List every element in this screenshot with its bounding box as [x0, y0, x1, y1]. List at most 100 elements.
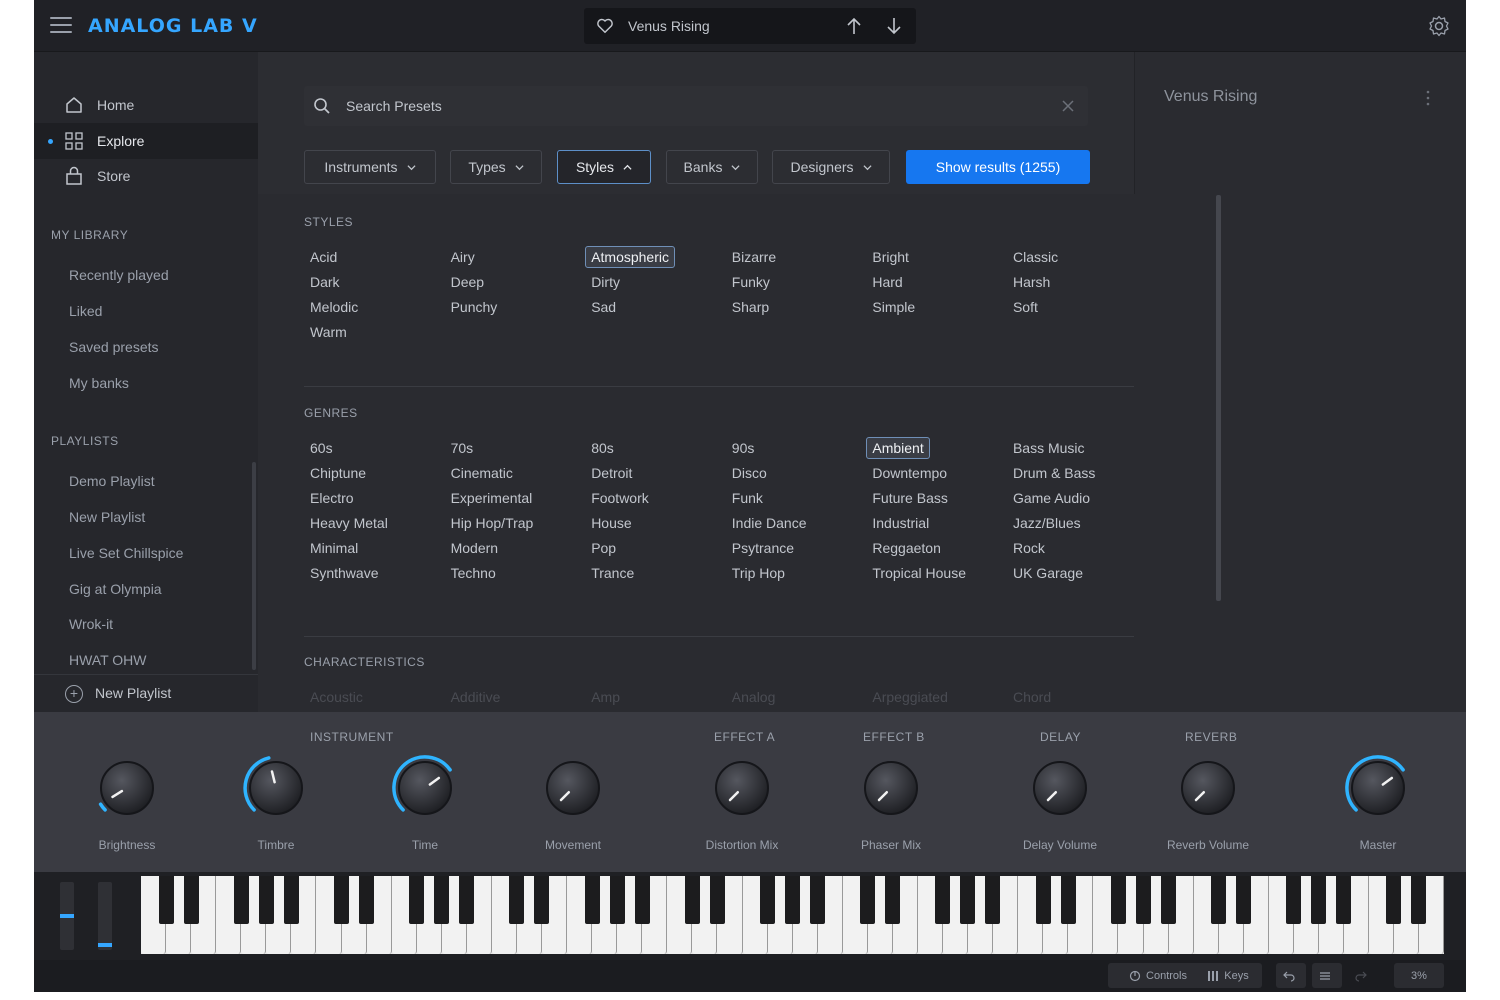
black-key[interactable] [1135, 876, 1151, 924]
previous-preset-arrow-icon[interactable] [842, 14, 866, 38]
genres-tag[interactable]: Tropical House [866, 560, 1007, 585]
black-key[interactable] [158, 876, 174, 924]
genres-tag[interactable]: Ambient [866, 435, 1007, 460]
black-key[interactable] [709, 876, 725, 924]
genres-tag[interactable]: Modern [445, 535, 586, 560]
black-key[interactable] [509, 876, 525, 924]
knob-phaser-mix[interactable]: Phaser Mix [846, 754, 936, 864]
genres-tag[interactable]: Psytrance [726, 535, 867, 560]
genres-tag[interactable]: Funk [726, 485, 867, 510]
black-key[interactable] [409, 876, 425, 924]
mod-wheel[interactable] [98, 882, 112, 950]
genres-tag[interactable]: Trip Hop [726, 560, 867, 585]
controls-view-button[interactable]: Controls [1108, 963, 1208, 988]
genres-tag[interactable]: 90s [726, 435, 867, 460]
playlist-item[interactable]: New Playlist [69, 509, 145, 525]
playlist-item[interactable]: Demo Playlist [69, 473, 155, 489]
black-key[interactable] [810, 876, 826, 924]
playlist-item[interactable]: Wrok-it [69, 616, 113, 632]
styles-tag[interactable]: Atmospheric [585, 244, 726, 269]
genres-tag[interactable]: Experimental [445, 485, 586, 510]
black-key[interactable] [283, 876, 299, 924]
styles-tag[interactable]: Melodic [304, 294, 445, 319]
sidebar-item-store[interactable]: Store [34, 158, 258, 194]
styles-tag[interactable]: Sad [585, 294, 726, 319]
black-key[interactable] [1336, 876, 1352, 924]
sidebar-item-explore[interactable]: Explore [34, 123, 258, 159]
black-key[interactable] [1386, 876, 1402, 924]
genres-tag[interactable]: Heavy Metal [304, 510, 445, 535]
types-filter-button[interactable]: Types [450, 150, 542, 184]
styles-tag[interactable]: Airy [445, 244, 586, 269]
library-item-my-banks[interactable]: My banks [69, 375, 129, 391]
styles-tag[interactable]: Punchy [445, 294, 586, 319]
black-key[interactable] [885, 876, 901, 924]
genres-tag[interactable]: 80s [585, 435, 726, 460]
black-key[interactable] [1411, 876, 1427, 924]
characteristics-tag[interactable]: Additive [445, 684, 586, 709]
black-key[interactable] [960, 876, 976, 924]
genres-tag[interactable]: Disco [726, 460, 867, 485]
genres-tag[interactable]: Bass Music [1007, 435, 1134, 460]
black-key[interactable] [584, 876, 600, 924]
characteristics-tag[interactable]: Analog [726, 684, 867, 709]
library-item-liked[interactable]: Liked [69, 303, 102, 319]
black-key[interactable] [684, 876, 700, 924]
black-key[interactable] [1236, 876, 1252, 924]
styles-tag[interactable]: Acid [304, 244, 445, 269]
black-key[interactable] [759, 876, 775, 924]
styles-tag[interactable]: Warm [304, 319, 445, 344]
close-icon[interactable] [1060, 98, 1076, 114]
redo-button[interactable] [1348, 963, 1378, 988]
black-key[interactable] [1060, 876, 1076, 924]
designers-filter-button[interactable]: Designers [772, 150, 890, 184]
styles-tag[interactable]: Dark [304, 269, 445, 294]
history-list-button[interactable] [1312, 963, 1342, 988]
genres-tag[interactable]: Pop [585, 535, 726, 560]
characteristics-tag[interactable]: Arpeggiated [866, 684, 1007, 709]
instruments-filter-button[interactable]: Instruments [304, 150, 436, 184]
genres-tag[interactable]: Future Bass [866, 485, 1007, 510]
genres-tag[interactable]: Downtempo [866, 460, 1007, 485]
next-preset-arrow-icon[interactable] [882, 14, 906, 38]
characteristics-tag[interactable]: Amp [585, 684, 726, 709]
styles-tag[interactable]: Funky [726, 269, 867, 294]
black-key[interactable] [233, 876, 249, 924]
black-key[interactable] [935, 876, 951, 924]
genres-tag[interactable]: Drum & Bass [1007, 460, 1134, 485]
black-key[interactable] [1210, 876, 1226, 924]
genres-tag[interactable]: House [585, 510, 726, 535]
knob-master[interactable]: Master [1333, 754, 1423, 864]
playlist-item[interactable]: Live Set Chillspice [69, 545, 183, 561]
genres-tag[interactable]: Techno [445, 560, 586, 585]
undo-button[interactable] [1276, 963, 1306, 988]
search-input[interactable] [346, 94, 1046, 118]
genres-tag[interactable]: Electro [304, 485, 445, 510]
black-key[interactable] [985, 876, 1001, 924]
knob-brightness[interactable]: Brightness [82, 754, 172, 864]
heart-icon[interactable] [596, 17, 614, 35]
library-item-recently-played[interactable]: Recently played [69, 267, 169, 283]
black-key[interactable] [459, 876, 475, 924]
genres-tag[interactable]: Trance [585, 560, 726, 585]
playlist-item[interactable]: HWAT OHW [69, 652, 147, 668]
styles-filter-button[interactable]: Styles [557, 150, 651, 184]
knob-reverb-volume[interactable]: Reverb Volume [1163, 754, 1253, 864]
black-key[interactable] [258, 876, 274, 924]
genres-tag[interactable]: Jazz/Blues [1007, 510, 1134, 535]
sidebar-scrollbar[interactable] [252, 462, 256, 670]
pitch-wheel[interactable] [60, 882, 74, 950]
black-key[interactable] [1311, 876, 1327, 924]
characteristics-tag[interactable]: Acoustic [304, 684, 445, 709]
keys-view-button[interactable]: Keys [1194, 963, 1262, 988]
piano-keyboard[interactable] [141, 876, 1445, 954]
genres-tag[interactable]: Detroit [585, 460, 726, 485]
genres-tag[interactable]: Synthwave [304, 560, 445, 585]
black-key[interactable] [183, 876, 199, 924]
black-key[interactable] [434, 876, 450, 924]
show-results-button[interactable]: Show results (1255) [906, 150, 1090, 184]
black-key[interactable] [860, 876, 876, 924]
black-key[interactable] [1035, 876, 1051, 924]
genres-tag[interactable]: Reggaeton [866, 535, 1007, 560]
genres-tag[interactable]: Indie Dance [726, 510, 867, 535]
